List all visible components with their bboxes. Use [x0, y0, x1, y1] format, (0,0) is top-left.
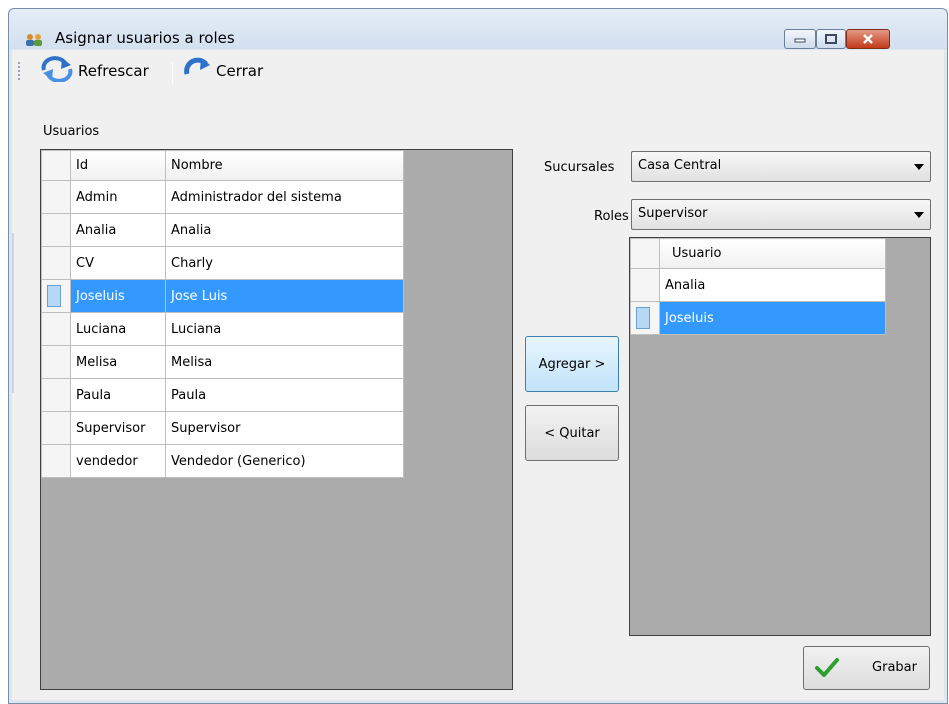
roles-dropdown[interactable]: Supervisor — [631, 199, 931, 230]
dropdown-arrow-icon — [914, 164, 924, 170]
maximize-icon — [817, 30, 845, 48]
users-table: Id Nombre Admin Administrador del sistem… — [41, 150, 404, 478]
cell-usuario[interactable]: Analia — [659, 268, 886, 302]
role-users-table: Usuario Analia Joseluis — [630, 238, 886, 335]
row-header-selected[interactable] — [41, 279, 71, 313]
app-window: Asignar usuarios a roles Refrescar Cerra… — [8, 8, 948, 704]
cell-usuario[interactable]: Joseluis — [659, 301, 886, 335]
table-row[interactable]: Supervisor Supervisor — [41, 411, 404, 445]
cell-nombre[interactable]: Charly — [165, 246, 404, 280]
cell-id[interactable]: vendedor — [70, 444, 166, 478]
sucursales-value: Casa Central — [638, 158, 722, 173]
row-header[interactable] — [41, 345, 71, 379]
form-client-area: Refrescar Cerrar Usuarios Id Nombre Admi… — [12, 50, 944, 700]
table-row[interactable]: Luciana Luciana — [41, 312, 404, 346]
sucursales-label: Sucursales — [544, 160, 615, 175]
maximize-button[interactable] — [816, 29, 846, 49]
cerrar-label: Cerrar — [216, 62, 264, 80]
cell-nombre[interactable]: Supervisor — [165, 411, 404, 445]
role-users-header-row: Usuario — [630, 238, 886, 269]
cell-nombre[interactable]: Luciana — [165, 312, 404, 346]
users-header-row: Id Nombre — [41, 150, 404, 181]
row-header-corner[interactable] — [630, 238, 660, 269]
table-row[interactable]: Analia Analia — [41, 213, 404, 247]
minimize-icon — [785, 30, 815, 48]
quitar-button[interactable]: < Quitar — [525, 405, 619, 461]
roles-value: Supervisor — [638, 206, 708, 221]
cell-nombre[interactable]: Administrador del sistema — [165, 180, 404, 214]
title-bar[interactable]: Asignar usuarios a roles — [9, 9, 947, 49]
window-title: Asignar usuarios a roles — [55, 29, 235, 47]
cell-id[interactable]: Paula — [70, 378, 166, 412]
row-header[interactable] — [41, 246, 71, 280]
users-icon — [25, 33, 43, 46]
minimize-button[interactable] — [784, 29, 816, 49]
column-header-nombre[interactable]: Nombre — [165, 150, 404, 181]
cell-nombre[interactable]: Paula — [165, 378, 404, 412]
selection-marker — [636, 307, 650, 329]
refresh-icon — [40, 56, 74, 86]
row-header[interactable] — [41, 444, 71, 478]
row-header[interactable] — [41, 312, 71, 346]
grabar-label: Grabar — [872, 660, 917, 675]
cell-id[interactable]: Supervisor — [70, 411, 166, 445]
column-header-id[interactable]: Id — [70, 150, 166, 181]
table-row[interactable]: Admin Administrador del sistema — [41, 180, 404, 214]
role-users-grid[interactable]: Usuario Analia Joseluis — [629, 237, 931, 636]
agregar-button[interactable]: Agregar > — [525, 336, 619, 392]
row-header[interactable] — [41, 378, 71, 412]
cell-id[interactable]: Analia — [70, 213, 166, 247]
cell-nombre[interactable]: Vendedor (Generico) — [165, 444, 404, 478]
dropdown-arrow-icon — [914, 212, 924, 218]
cell-nombre[interactable]: Melisa — [165, 345, 404, 379]
table-row[interactable]: vendedor Vendedor (Generico) — [41, 444, 404, 478]
row-header[interactable] — [630, 268, 660, 302]
exit-arrow-icon — [182, 56, 212, 86]
row-header[interactable] — [41, 411, 71, 445]
close-icon — [847, 30, 889, 48]
row-header[interactable] — [41, 213, 71, 247]
cell-id[interactable]: CV — [70, 246, 166, 280]
refresh-label: Refrescar — [78, 62, 149, 80]
toolbar: Refrescar Cerrar — [12, 50, 944, 88]
cerrar-button[interactable]: Cerrar — [182, 56, 263, 86]
table-row-selected[interactable]: Joseluis Jose Luis — [41, 279, 404, 313]
row-header-selected[interactable] — [630, 301, 660, 335]
row-header[interactable] — [41, 180, 71, 214]
users-grid[interactable]: Id Nombre Admin Administrador del sistem… — [40, 149, 513, 690]
toolbar-separator — [172, 62, 173, 84]
cell-nombre[interactable]: Jose Luis — [165, 279, 404, 313]
splitter-edge — [12, 233, 14, 393]
close-window-button[interactable] — [846, 29, 890, 49]
toolbar-grip[interactable] — [18, 62, 20, 80]
cell-id[interactable]: Luciana — [70, 312, 166, 346]
row-header-corner[interactable] — [41, 150, 71, 181]
column-header-usuario[interactable]: Usuario — [659, 238, 886, 269]
table-row[interactable]: Analia — [630, 268, 886, 302]
cell-nombre[interactable]: Analia — [165, 213, 404, 247]
table-row[interactable]: CV Charly — [41, 246, 404, 280]
cell-id[interactable]: Admin — [70, 180, 166, 214]
refresh-button[interactable]: Refrescar — [40, 56, 149, 86]
cell-id[interactable]: Melisa — [70, 345, 166, 379]
roles-label: Roles — [594, 209, 629, 224]
table-row[interactable]: Melisa Melisa — [41, 345, 404, 379]
cell-id[interactable]: Joseluis — [70, 279, 166, 313]
sucursales-dropdown[interactable]: Casa Central — [631, 151, 931, 182]
checkmark-icon — [814, 657, 840, 683]
grabar-button[interactable]: Grabar — [803, 646, 930, 690]
selection-marker — [47, 285, 61, 307]
usuarios-label: Usuarios — [43, 124, 100, 139]
table-row[interactable]: Paula Paula — [41, 378, 404, 412]
table-row-selected[interactable]: Joseluis — [630, 301, 886, 335]
